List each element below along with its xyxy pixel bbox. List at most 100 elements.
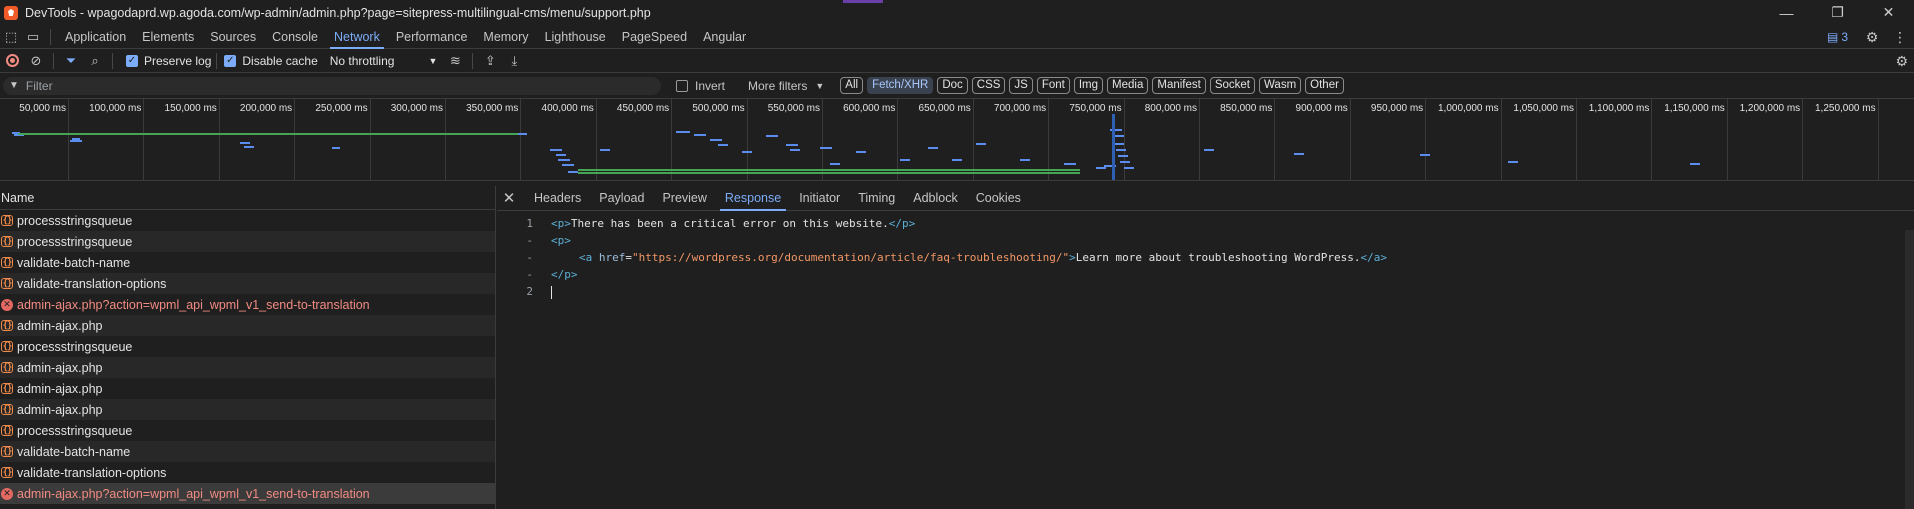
chip-font[interactable]: Font (1036, 77, 1070, 94)
tab-pagespeed[interactable]: PageSpeed (614, 25, 695, 49)
tab-cookies[interactable]: Cookies (967, 186, 1030, 211)
close-detail-icon[interactable]: ✕ (497, 189, 521, 207)
request-row[interactable]: {} validate-translation-options (0, 273, 495, 294)
tab-lighthouse[interactable]: Lighthouse (537, 25, 614, 49)
request-row[interactable]: {} validate-batch-name (0, 441, 495, 462)
tab-angular[interactable]: Angular (695, 25, 754, 49)
long-request-bar (18, 133, 518, 135)
request-timing-bar (1124, 167, 1134, 169)
network-split-view: Name {} processstringsqueue {} processstrin… (0, 186, 1914, 509)
record-icon (5, 54, 19, 67)
request-name: validate-batch-name (17, 255, 131, 270)
tabbar-divider (50, 28, 51, 45)
tab-performance[interactable]: Performance (388, 25, 476, 49)
request-row[interactable]: {} processstringsqueue (0, 210, 495, 231)
network-overview-timeline[interactable]: 50,000 ms 100,000 ms 150,000 ms 200,000 ms 2… (0, 99, 1914, 181)
code-tag: <p> (551, 217, 571, 230)
request-row[interactable]: {} processstringsqueue (0, 336, 495, 357)
timeline-tick-label: 200,000 ms (239, 103, 293, 114)
chip-all[interactable]: All (840, 77, 864, 94)
chip-other[interactable]: Other (1305, 77, 1344, 94)
network-settings-icon[interactable]: ⚙ (1895, 49, 1908, 73)
filter-toggle-icon[interactable]: ⏷ (59, 49, 83, 73)
code-text: <a href="https://wordpress.org/documenta… (579, 249, 1387, 266)
request-row[interactable]: {} validate-batch-name (0, 252, 495, 273)
request-row[interactable]: ✕ admin-ajax.php?action=wpml_api_wpml_v1_… (0, 294, 495, 315)
request-timing-bar (1120, 161, 1130, 163)
request-name: processstringsqueue (17, 213, 133, 228)
import-har-icon[interactable]: ⇪ (478, 49, 502, 73)
device-toolbar-icon[interactable]: ▭ (22, 25, 44, 49)
chip-manifest[interactable]: Manifest (1152, 77, 1206, 94)
close-window-button[interactable]: ✕ (1863, 0, 1914, 25)
name-column-header[interactable]: Name (0, 186, 495, 210)
tab-network[interactable]: Network (326, 25, 388, 49)
more-menu-icon[interactable]: ⋮ (1886, 29, 1914, 46)
export-har-icon[interactable]: ⤓ (502, 49, 526, 73)
preserve-log-checkbox[interactable]: ✓ Preserve log (126, 54, 211, 68)
response-code-viewer[interactable]: 1 <p>There has been a critical error on … (497, 211, 1914, 300)
disable-cache-checkbox[interactable]: ✓ Disable cache (224, 53, 318, 68)
chip-css[interactable]: CSS (971, 77, 1006, 94)
window-titlebar: DevTools - wpagodaprd.wp.agoda.com/wp-ad… (0, 0, 1914, 25)
tab-preview[interactable]: Preview (653, 186, 715, 211)
vertical-scrollbar[interactable] (1905, 230, 1914, 509)
issues-badge[interactable]: ▤ 3 (1817, 30, 1858, 44)
filter-input[interactable]: ▼ Filter (3, 76, 661, 95)
restore-button[interactable]: ❐ (1812, 0, 1863, 25)
search-icon[interactable]: ⌕ (83, 49, 107, 73)
xhr-fetch-icon: {} (1, 320, 13, 331)
chip-socket[interactable]: Socket (1209, 77, 1255, 94)
request-row[interactable]: {} validate-translation-options (0, 462, 495, 483)
tab-application[interactable]: Application (57, 25, 134, 49)
tab-sources[interactable]: Sources (202, 25, 264, 49)
chip-fetch-xhr[interactable]: Fetch/XHR (867, 77, 934, 94)
titlebar-accent (843, 0, 883, 3)
clear-button[interactable]: ⊘ (24, 49, 48, 73)
chip-doc[interactable]: Doc (937, 77, 968, 94)
chip-js[interactable]: JS (1009, 77, 1033, 94)
request-row[interactable]: {} admin-ajax.php (0, 315, 495, 336)
minimize-button[interactable]: — (1761, 0, 1812, 25)
tab-memory[interactable]: Memory (475, 25, 536, 49)
request-row[interactable]: {} admin-ajax.php (0, 378, 495, 399)
request-row[interactable]: {} processstringsqueue (0, 231, 495, 252)
chip-img[interactable]: Img (1073, 77, 1104, 94)
timeline-tick-label: 400,000 ms (541, 103, 594, 114)
request-row[interactable]: {} processstringsqueue (0, 420, 495, 441)
record-button[interactable] (0, 49, 24, 73)
tab-console[interactable]: Console (264, 25, 326, 49)
request-row[interactable]: {} admin-ajax.php (0, 357, 495, 378)
tab-adblock[interactable]: Adblock (904, 186, 966, 211)
inspect-element-icon[interactable]: ⬚ (0, 25, 22, 49)
disable-cache-label: Disable cache (242, 53, 318, 68)
tab-elements[interactable]: Elements (134, 25, 202, 49)
request-row[interactable]: {} admin-ajax.php (0, 399, 495, 420)
request-row[interactable]: ✕ admin-ajax.php?action=wpml_api_wpml_v1_… (0, 483, 495, 504)
request-name: processstringsqueue (17, 423, 133, 438)
code-line: 1 <p>There has been a critical error on … (497, 215, 1914, 232)
checkbox-icon (676, 79, 688, 92)
tab-payload[interactable]: Payload (590, 186, 653, 211)
settings-gear-icon[interactable]: ⚙ (1858, 29, 1886, 46)
tab-initiator[interactable]: Initiator (790, 186, 849, 211)
tab-response[interactable]: Response (716, 186, 790, 211)
more-filters-dropdown[interactable]: More filters ▼ (748, 79, 824, 93)
chip-wasm[interactable]: Wasm (1259, 77, 1302, 94)
request-timing-bar (952, 159, 962, 161)
chip-media[interactable]: Media (1107, 77, 1149, 94)
invert-checkbox[interactable]: Invert (676, 79, 725, 93)
request-name: admin-ajax.php?action=wpml_api_wpml_v1_s… (17, 486, 370, 501)
code-text (551, 283, 552, 300)
tab-headers[interactable]: Headers (525, 186, 590, 211)
request-timing-bar (786, 144, 798, 146)
request-name: processstringsqueue (17, 339, 133, 354)
request-timing-bar (562, 164, 574, 166)
timeline-tick-label: 950,000 ms (1370, 103, 1424, 114)
detail-tabbar: ✕ Headers Payload Preview Response Initi… (497, 186, 1914, 211)
timeline-selection-marker[interactable] (1112, 114, 1115, 180)
code-tag: <a (579, 251, 599, 264)
throttling-select[interactable]: No throttling ▼ (330, 54, 438, 68)
tab-timing[interactable]: Timing (849, 186, 904, 211)
network-conditions-icon[interactable]: ≋ (443, 49, 467, 73)
